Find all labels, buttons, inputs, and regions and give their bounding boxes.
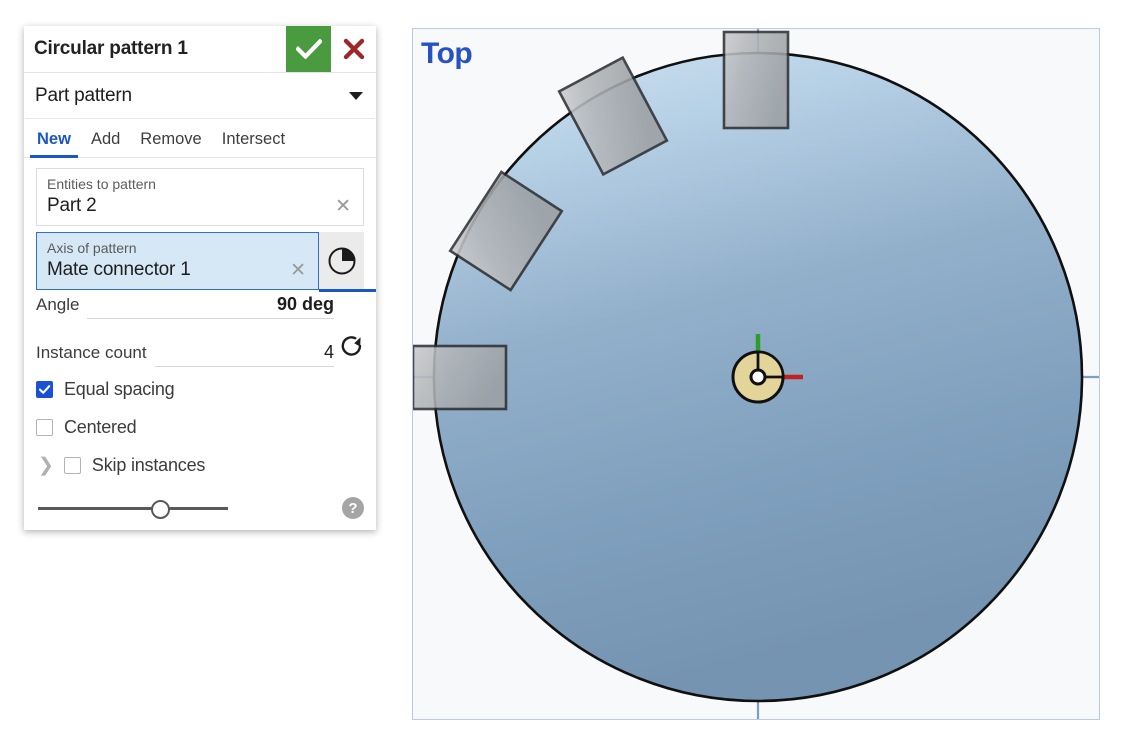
graphics-viewport[interactable]: Top: [412, 28, 1100, 720]
circular-pattern-icon: [328, 247, 355, 275]
accept-button[interactable]: [286, 26, 331, 72]
pattern-block-left[interactable]: [413, 344, 508, 411]
entities-to-pattern-value: Part 2: [47, 195, 97, 216]
slider-track: [38, 507, 228, 510]
operation-tabs: New Add Remove Intersect: [24, 119, 376, 158]
reverse-direction-icon: [341, 336, 362, 356]
tab-intersect[interactable]: Intersect: [212, 130, 295, 157]
centered-checkbox[interactable]: [36, 418, 53, 436]
circular-pattern-tool-button[interactable]: [319, 232, 376, 292]
entities-to-pattern-field[interactable]: Entities to pattern Part 2 ✕: [36, 168, 364, 226]
app-root: Circular pattern 1 Part pattern New Add …: [0, 0, 1134, 745]
view-orientation-label: Top: [421, 37, 473, 70]
angle-input[interactable]: 90 deg: [87, 294, 334, 319]
axis-clear-icon[interactable]: ✕: [288, 261, 308, 280]
skip-instances-row[interactable]: ❯ Skip instances: [36, 446, 364, 484]
centered-label: Centered: [64, 416, 137, 437]
equal-spacing-checkbox[interactable]: [36, 380, 53, 398]
instance-count-input[interactable]: 4: [154, 342, 334, 367]
entities-clear-icon[interactable]: ✕: [333, 197, 353, 216]
axis-of-pattern-row: Axis of pattern Mate connector 1 ✕: [36, 232, 376, 292]
axis-of-pattern-value: Mate connector 1: [47, 259, 191, 280]
opacity-slider[interactable]: [38, 499, 228, 519]
dialog-body: Entities to pattern Part 2 ✕ Axis of pat…: [24, 158, 376, 530]
entities-to-pattern-value-row: Part 2 ✕: [47, 195, 353, 217]
angle-row: Angle 90 deg: [36, 294, 364, 330]
chevron-right-icon[interactable]: ❯: [38, 456, 54, 475]
skip-instances-checkbox[interactable]: [63, 456, 81, 474]
instance-count-label: Instance count: [36, 343, 147, 362]
chevron-down-icon: [349, 91, 363, 100]
help-icon[interactable]: ?: [342, 497, 364, 519]
equal-spacing-label: Equal spacing: [64, 378, 175, 399]
slider-thumb[interactable]: [151, 500, 170, 519]
cancel-button[interactable]: [331, 26, 376, 72]
tab-remove[interactable]: Remove: [130, 130, 211, 157]
dialog-header: Circular pattern 1: [24, 26, 376, 73]
instance-count-row: Instance count 4: [36, 334, 364, 370]
angle-label: Angle: [36, 295, 80, 314]
model-canvas: [413, 29, 1099, 719]
check-icon: [38, 384, 51, 394]
centered-row[interactable]: Centered: [36, 408, 364, 446]
pattern-type-dropdown[interactable]: Part pattern: [25, 73, 375, 119]
entities-to-pattern-caption: Entities to pattern: [47, 176, 156, 192]
check-icon: [295, 39, 322, 59]
tab-add[interactable]: Add: [81, 130, 130, 157]
close-icon: [343, 38, 364, 60]
skip-instances-label: Skip instances: [91, 454, 206, 475]
dialog-footer: ?: [36, 486, 364, 530]
axis-of-pattern-value-row: Mate connector 1 ✕: [47, 259, 308, 281]
axis-of-pattern-caption: Axis of pattern: [47, 240, 137, 256]
circular-pattern-dialog: Circular pattern 1 Part pattern New Add …: [24, 26, 376, 530]
axis-of-pattern-field[interactable]: Axis of pattern Mate connector 1 ✕: [36, 232, 319, 290]
tab-new[interactable]: New: [27, 130, 81, 158]
reverse-direction-button[interactable]: [334, 334, 364, 358]
pattern-type-label: Part pattern: [35, 84, 132, 106]
pattern-block-top[interactable]: [722, 30, 790, 130]
equal-spacing-row[interactable]: Equal spacing: [36, 370, 364, 408]
dialog-title: Circular pattern 1: [34, 38, 188, 59]
